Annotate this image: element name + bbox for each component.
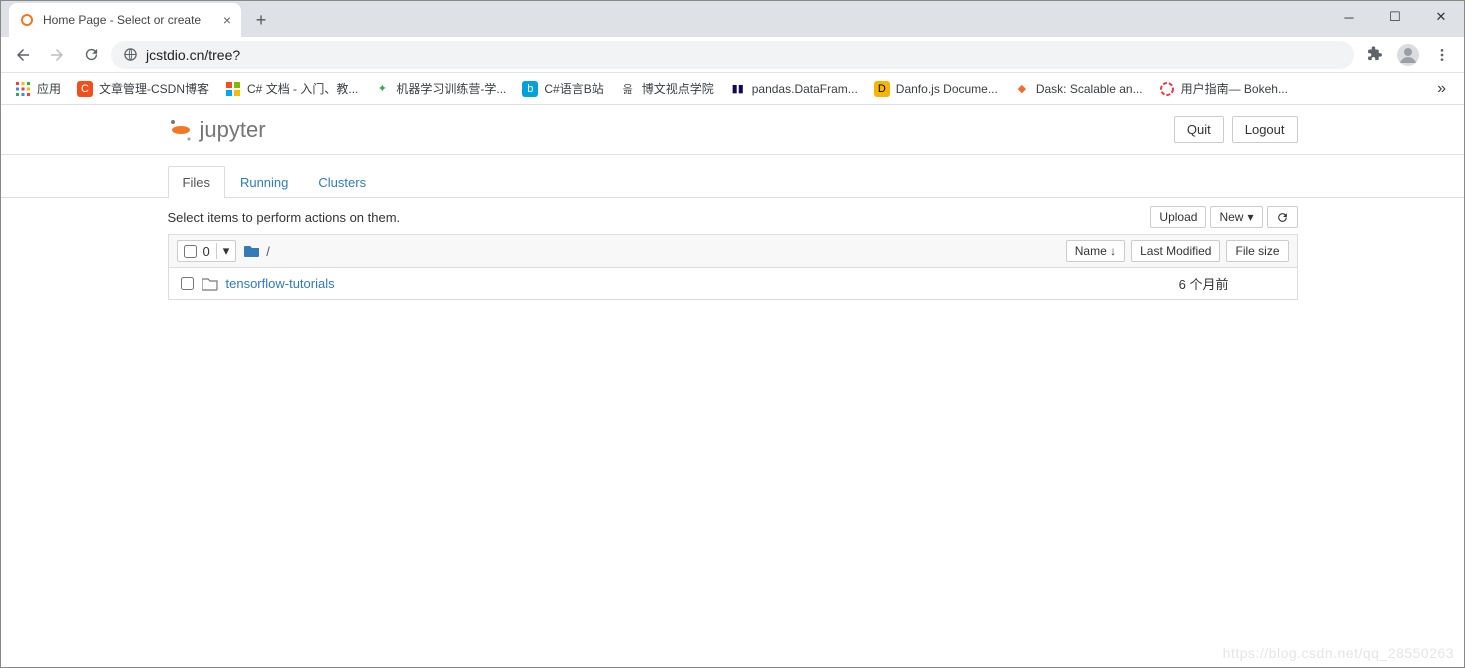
new-tab-button[interactable]: + bbox=[247, 6, 275, 34]
select-count: 0 bbox=[203, 244, 210, 259]
sort-name-button[interactable]: Name ↓ bbox=[1066, 240, 1125, 262]
jupyter-favicon-icon bbox=[19, 12, 35, 28]
file-list-row: tensorflow-tutorials 6 个月前 bbox=[168, 268, 1298, 300]
folder-icon[interactable] bbox=[244, 244, 260, 258]
jupyter-logo-icon bbox=[168, 117, 194, 143]
sort-size-button[interactable]: File size bbox=[1226, 240, 1288, 262]
bookmark-favicon-icon: ✦ bbox=[374, 81, 390, 97]
bookmark-item[interactable]: ✦ 机器学习训练营-学... bbox=[368, 76, 512, 101]
new-label: New bbox=[1219, 210, 1243, 224]
files-toolbar: Select items to perform actions on them.… bbox=[168, 206, 1298, 228]
upload-button[interactable]: Upload bbox=[1150, 206, 1206, 228]
quit-button[interactable]: Quit bbox=[1174, 116, 1224, 143]
tab-clusters[interactable]: Clusters bbox=[303, 166, 381, 198]
bookmark-favicon-icon: D bbox=[874, 81, 890, 97]
bookmark-favicon-icon: b bbox=[522, 81, 538, 97]
jupyter-logo-text: jupyter bbox=[200, 117, 266, 143]
bookmarks-bar: 应用 C 文章管理-CSDN博客 C# 文档 - 入门、教... ✦ 机器学习训练营… bbox=[1, 73, 1464, 105]
reload-button[interactable] bbox=[77, 41, 105, 69]
address-bar: jcstdio.cn/tree? bbox=[1, 37, 1464, 73]
win-close[interactable]: ✕ bbox=[1418, 1, 1464, 33]
bookmark-label: 文章管理-CSDN博客 bbox=[99, 80, 209, 97]
bookmark-label: 用户指南— Bokeh... bbox=[1181, 80, 1288, 97]
bookmarks-overflow-icon[interactable]: » bbox=[1427, 80, 1456, 98]
logout-button[interactable]: Logout bbox=[1232, 116, 1298, 143]
bookmark-item[interactable]: b C#语言B站 bbox=[516, 76, 609, 101]
bookmark-label: 机器学习训练营-学... bbox=[396, 80, 506, 97]
caret-down-icon: ▾ bbox=[1247, 210, 1253, 224]
bookmark-item[interactable]: C 文章管理-CSDN博客 bbox=[71, 76, 215, 101]
jupyter-header: jupyter Quit Logout bbox=[1, 105, 1464, 155]
col-name-label: Name bbox=[1075, 244, 1107, 258]
tab-running[interactable]: Running bbox=[225, 166, 303, 198]
win-maximize[interactable]: ☐ bbox=[1372, 1, 1418, 33]
globe-icon bbox=[123, 47, 138, 62]
row-modified: 6 个月前 bbox=[1179, 274, 1289, 293]
watermark-text: https://blog.csdn.net/qq_28550263 bbox=[1223, 645, 1454, 661]
win-minimize[interactable]: ─ bbox=[1326, 1, 1372, 33]
forward-button[interactable] bbox=[43, 41, 71, 69]
bookmark-favicon-icon: 읊 bbox=[620, 81, 636, 97]
row-checkbox[interactable] bbox=[181, 277, 194, 290]
apps-grid-icon bbox=[15, 81, 31, 97]
bookmark-label: Dask: Scalable an... bbox=[1036, 82, 1143, 96]
bookmark-item[interactable]: 用户指南— Bokeh... bbox=[1153, 76, 1294, 101]
back-button[interactable] bbox=[9, 41, 37, 69]
new-button[interactable]: New ▾ bbox=[1210, 206, 1262, 228]
arrow-down-icon: ↓ bbox=[1110, 244, 1116, 258]
url-text: jcstdio.cn/tree? bbox=[146, 47, 240, 63]
bookmark-favicon-icon bbox=[225, 81, 241, 97]
sort-modified-button[interactable]: Last Modified bbox=[1131, 240, 1220, 262]
select-all-checkbox[interactable] bbox=[184, 245, 197, 258]
bookmark-item[interactable]: C# 文档 - 入门、教... bbox=[219, 76, 364, 101]
tab-files[interactable]: Files bbox=[168, 166, 225, 198]
bookmark-label: 博文视点学院 bbox=[642, 80, 714, 97]
folder-outline-icon bbox=[202, 277, 218, 291]
caret-down-icon[interactable]: ▾ bbox=[216, 243, 230, 259]
jupyter-tabs: Files Running Clusters bbox=[1, 165, 1464, 198]
apps-shortcut[interactable]: 应用 bbox=[9, 76, 67, 101]
refresh-button[interactable] bbox=[1267, 206, 1298, 228]
hint-text: Select items to perform actions on them. bbox=[168, 210, 401, 225]
bookmark-label: C#语言B站 bbox=[544, 80, 603, 97]
refresh-icon bbox=[1276, 211, 1289, 224]
profile-icon[interactable] bbox=[1394, 41, 1422, 69]
select-all-control[interactable]: 0 ▾ bbox=[177, 240, 237, 262]
browser-tab-strip: Home Page - Select or create × + bbox=[1, 1, 1464, 37]
file-list-header: 0 ▾ / Name ↓ Last Modified File size bbox=[168, 234, 1298, 268]
tab-title: Home Page - Select or create bbox=[43, 13, 201, 27]
bookmark-item[interactable]: ◆ Dask: Scalable an... bbox=[1008, 77, 1149, 101]
omnibox[interactable]: jcstdio.cn/tree? bbox=[111, 41, 1354, 69]
bookmark-label: 应用 bbox=[37, 80, 61, 97]
bookmark-label: C# 文档 - 入门、教... bbox=[247, 80, 358, 97]
bookmark-item[interactable]: 읊 博文视点学院 bbox=[614, 76, 720, 101]
chrome-menu-icon[interactable] bbox=[1428, 41, 1456, 69]
browser-tab[interactable]: Home Page - Select or create × bbox=[9, 3, 241, 37]
jupyter-logo[interactable]: jupyter bbox=[168, 117, 266, 143]
bookmark-label: Danfo.js Docume... bbox=[896, 82, 998, 96]
close-tab-icon[interactable]: × bbox=[223, 12, 231, 28]
bookmark-favicon-icon: C bbox=[77, 81, 93, 97]
file-link[interactable]: tensorflow-tutorials bbox=[226, 276, 335, 291]
bookmark-item[interactable]: D Danfo.js Docume... bbox=[868, 77, 1004, 101]
bookmark-favicon-icon: ◆ bbox=[1014, 81, 1030, 97]
bookmark-favicon-icon bbox=[1159, 81, 1175, 97]
extensions-icon[interactable] bbox=[1360, 41, 1388, 69]
bookmark-label: pandas.DataFram... bbox=[752, 82, 858, 96]
breadcrumb-root[interactable]: / bbox=[266, 244, 270, 259]
bookmark-favicon-icon: ▮▮ bbox=[730, 81, 746, 97]
bookmark-item[interactable]: ▮▮ pandas.DataFram... bbox=[724, 77, 864, 101]
